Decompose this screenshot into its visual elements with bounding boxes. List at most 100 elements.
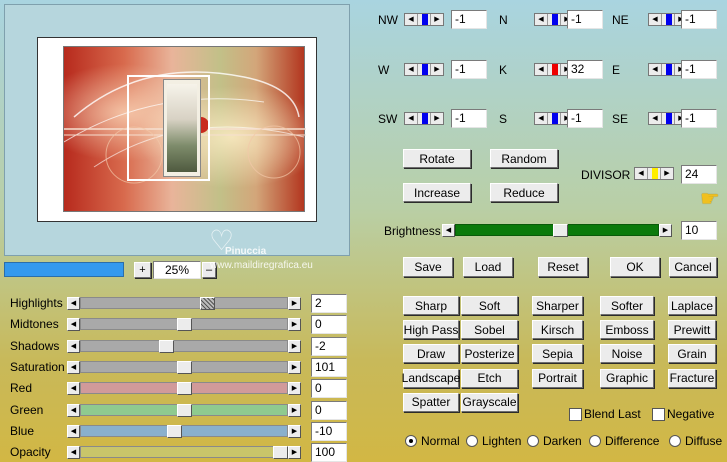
direction-w-slider[interactable]: ◀ ▶ <box>404 63 444 76</box>
decrease-arrow-icon[interactable]: ◀ <box>535 14 548 25</box>
blue-thumb[interactable] <box>166 424 182 438</box>
direction-se-field[interactable]: -1 <box>681 109 717 128</box>
direction-marker[interactable] <box>552 64 558 75</box>
blend-mode-lighten-radio[interactable] <box>466 435 478 447</box>
green-left-arrow-icon[interactable]: ◀ <box>67 403 80 417</box>
etch-filter-button[interactable]: Etch <box>461 368 518 388</box>
decrease-arrow-icon[interactable]: ◀ <box>405 64 418 75</box>
saturation-thumb[interactable] <box>176 360 192 374</box>
decrease-arrow-icon[interactable]: ◀ <box>635 168 648 179</box>
negative-checkbox[interactable] <box>652 408 665 421</box>
grain-filter-button[interactable]: Grain <box>668 344 716 364</box>
reset-button[interactable]: Reset <box>538 257 588 277</box>
zoom-in-button[interactable]: + <box>134 262 151 278</box>
red-left-arrow-icon[interactable]: ◀ <box>67 382 80 396</box>
direction-ne-field[interactable]: -1 <box>681 10 717 29</box>
sepia-filter-button[interactable]: Sepia <box>532 344 583 364</box>
increase-arrow-icon[interactable]: ▶ <box>430 64 443 75</box>
divisor-field[interactable]: 24 <box>681 165 717 184</box>
load-button[interactable]: Load <box>463 257 513 277</box>
blend-mode-darken-radio[interactable] <box>527 435 539 447</box>
highlights-left-arrow-icon[interactable]: ◀ <box>67 297 80 310</box>
shadows-right-arrow-icon[interactable]: ▶ <box>288 339 301 353</box>
saturation-left-arrow-icon[interactable]: ◀ <box>67 360 80 374</box>
direction-marker[interactable] <box>666 113 672 124</box>
zoom-level-field[interactable]: 25% <box>153 261 201 279</box>
saturation-right-arrow-icon[interactable]: ▶ <box>288 360 301 374</box>
blue-slider[interactable] <box>80 424 288 437</box>
green-right-arrow-icon[interactable]: ▶ <box>288 403 301 417</box>
midtones-field[interactable]: 0 <box>311 315 347 335</box>
increase-button[interactable]: Increase <box>403 183 471 202</box>
noise-filter-button[interactable]: Noise <box>600 344 654 364</box>
direction-k-field[interactable]: 32 <box>567 60 603 79</box>
direction-nw-slider[interactable]: ◀ ▶ <box>404 13 444 26</box>
direction-marker[interactable] <box>666 64 672 75</box>
shadows-field[interactable]: -2 <box>311 336 347 356</box>
sobel-filter-button[interactable]: Sobel <box>461 320 518 340</box>
direction-n-field[interactable]: -1 <box>567 10 603 29</box>
random-button[interactable]: Random <box>490 149 558 168</box>
highlights-slider[interactable] <box>80 297 288 309</box>
midtones-thumb[interactable] <box>176 318 192 332</box>
direction-s-field[interactable]: -1 <box>567 109 603 128</box>
decrease-arrow-icon[interactable]: ◀ <box>649 113 662 124</box>
reduce-button[interactable]: Reduce <box>490 183 558 202</box>
kirsch-filter-button[interactable]: Kirsch <box>532 320 583 340</box>
blend-last-checkbox[interactable] <box>569 408 582 421</box>
brightness-left-arrow-icon[interactable]: ◀ <box>442 224 455 237</box>
prewitt-filter-button[interactable]: Prewitt <box>668 320 716 340</box>
direction-nw-field[interactable]: -1 <box>451 10 487 29</box>
grayscale-filter-button[interactable]: Grayscale <box>461 392 518 412</box>
blend-mode-normal-radio[interactable] <box>405 435 417 447</box>
direction-marker[interactable] <box>552 113 558 124</box>
direction-marker[interactable] <box>552 14 558 25</box>
decrease-arrow-icon[interactable]: ◀ <box>405 14 418 25</box>
direction-w-field[interactable]: -1 <box>451 60 487 79</box>
opacity-thumb[interactable] <box>273 446 288 460</box>
laplace-filter-button[interactable]: Laplace <box>668 296 716 315</box>
red-right-arrow-icon[interactable]: ▶ <box>288 382 301 396</box>
sharper-filter-button[interactable]: Sharper <box>532 296 583 315</box>
divisor-marker[interactable] <box>652 168 658 179</box>
saturation-field[interactable]: 101 <box>311 357 347 377</box>
blend-mode-diffuse-radio[interactable] <box>669 435 681 447</box>
blue-left-arrow-icon[interactable]: ◀ <box>67 424 80 438</box>
direction-marker[interactable] <box>666 14 672 25</box>
posterize-filter-button[interactable]: Posterize <box>461 344 518 364</box>
direction-e-field[interactable]: -1 <box>681 60 717 79</box>
softer-filter-button[interactable]: Softer <box>600 296 654 315</box>
decrease-arrow-icon[interactable]: ◀ <box>535 113 548 124</box>
shadows-left-arrow-icon[interactable]: ◀ <box>67 339 80 353</box>
increase-arrow-icon[interactable]: ▶ <box>660 168 673 179</box>
high-pass-filter-button[interactable]: High Pass <box>403 320 459 340</box>
opacity-left-arrow-icon[interactable]: ◀ <box>67 446 80 460</box>
graphic-filter-button[interactable]: Graphic <box>600 368 654 388</box>
blend-mode-difference-radio[interactable] <box>589 435 601 447</box>
red-thumb[interactable] <box>176 382 192 396</box>
decrease-arrow-icon[interactable]: ◀ <box>535 64 548 75</box>
midtones-left-arrow-icon[interactable]: ◀ <box>67 318 80 332</box>
highlights-field[interactable]: 2 <box>311 294 347 313</box>
blue-right-arrow-icon[interactable]: ▶ <box>288 424 301 438</box>
direction-marker[interactable] <box>422 64 428 75</box>
green-field[interactable]: 0 <box>311 400 347 420</box>
opacity-field[interactable]: 100 <box>311 443 347 462</box>
emboss-filter-button[interactable]: Emboss <box>600 320 654 340</box>
save-button[interactable]: Save <box>403 257 453 277</box>
decrease-arrow-icon[interactable]: ◀ <box>649 64 662 75</box>
ok-button[interactable]: OK <box>610 257 660 277</box>
portrait-filter-button[interactable]: Portrait <box>532 368 583 388</box>
landscape-filter-button[interactable]: Landscape <box>402 368 460 388</box>
highlights-right-arrow-icon[interactable]: ▶ <box>288 297 301 310</box>
spatter-filter-button[interactable]: Spatter <box>403 392 459 412</box>
direction-marker[interactable] <box>422 113 428 124</box>
red-field[interactable]: 0 <box>311 379 347 399</box>
decrease-arrow-icon[interactable]: ◀ <box>405 113 418 124</box>
cancel-button[interactable]: Cancel <box>669 257 717 277</box>
increase-arrow-icon[interactable]: ▶ <box>430 113 443 124</box>
decrease-arrow-icon[interactable]: ◀ <box>649 14 662 25</box>
draw-filter-button[interactable]: Draw <box>403 344 459 364</box>
opacity-right-arrow-icon[interactable]: ▶ <box>288 446 301 460</box>
green-thumb[interactable] <box>176 403 192 417</box>
